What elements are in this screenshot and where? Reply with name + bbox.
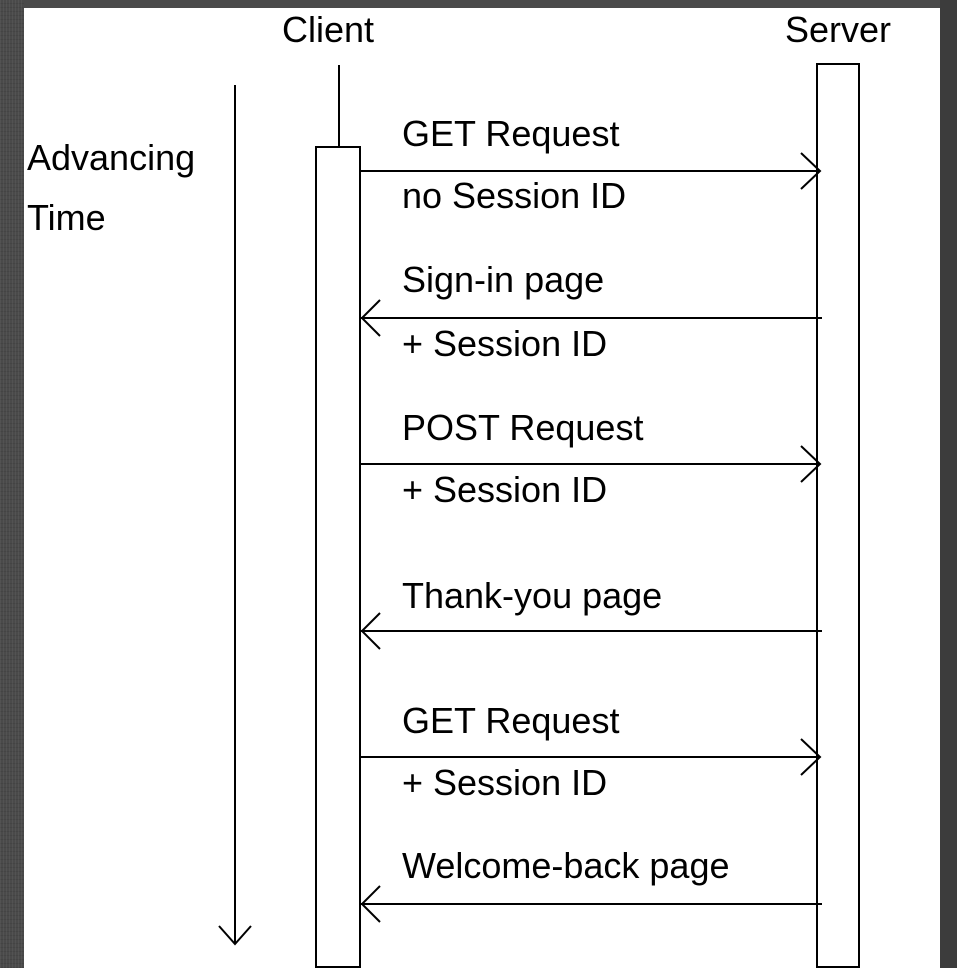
message-label: GET Request bbox=[402, 700, 619, 741]
message-sublabel: + Session ID bbox=[402, 762, 607, 803]
message-post-request: POST Request + Session ID bbox=[360, 407, 822, 510]
server-activation-bar bbox=[816, 63, 860, 968]
message-label: Thank-you page bbox=[402, 575, 662, 616]
client-activation-bar bbox=[315, 146, 361, 968]
message-sublabel: + Session ID bbox=[402, 469, 607, 510]
time-axis-label-line1: Advancing bbox=[27, 137, 195, 178]
message-get-request-1: GET Request no Session ID bbox=[360, 113, 822, 216]
sequence-diagram: Client Server Advancing Time GET Request… bbox=[27, 9, 891, 968]
message-sign-in-page: Sign-in page + Session ID bbox=[360, 259, 822, 364]
screenshot-stage: Client Server Advancing Time GET Request… bbox=[0, 0, 957, 968]
message-sublabel: no Session ID bbox=[402, 175, 626, 216]
message-label: Welcome-back page bbox=[402, 845, 730, 886]
participant-client-label: Client bbox=[282, 9, 374, 50]
message-label: Sign-in page bbox=[402, 259, 604, 300]
message-welcome-back-page: Welcome-back page bbox=[360, 845, 822, 923]
time-axis-label-line2: Time bbox=[27, 197, 106, 238]
message-label: GET Request bbox=[402, 113, 619, 154]
message-label: POST Request bbox=[402, 407, 643, 448]
message-sublabel: + Session ID bbox=[402, 323, 607, 364]
participant-server-label: Server bbox=[785, 9, 891, 50]
message-thank-you-page: Thank-you page bbox=[360, 575, 822, 650]
message-get-request-2: GET Request + Session ID bbox=[360, 700, 822, 803]
